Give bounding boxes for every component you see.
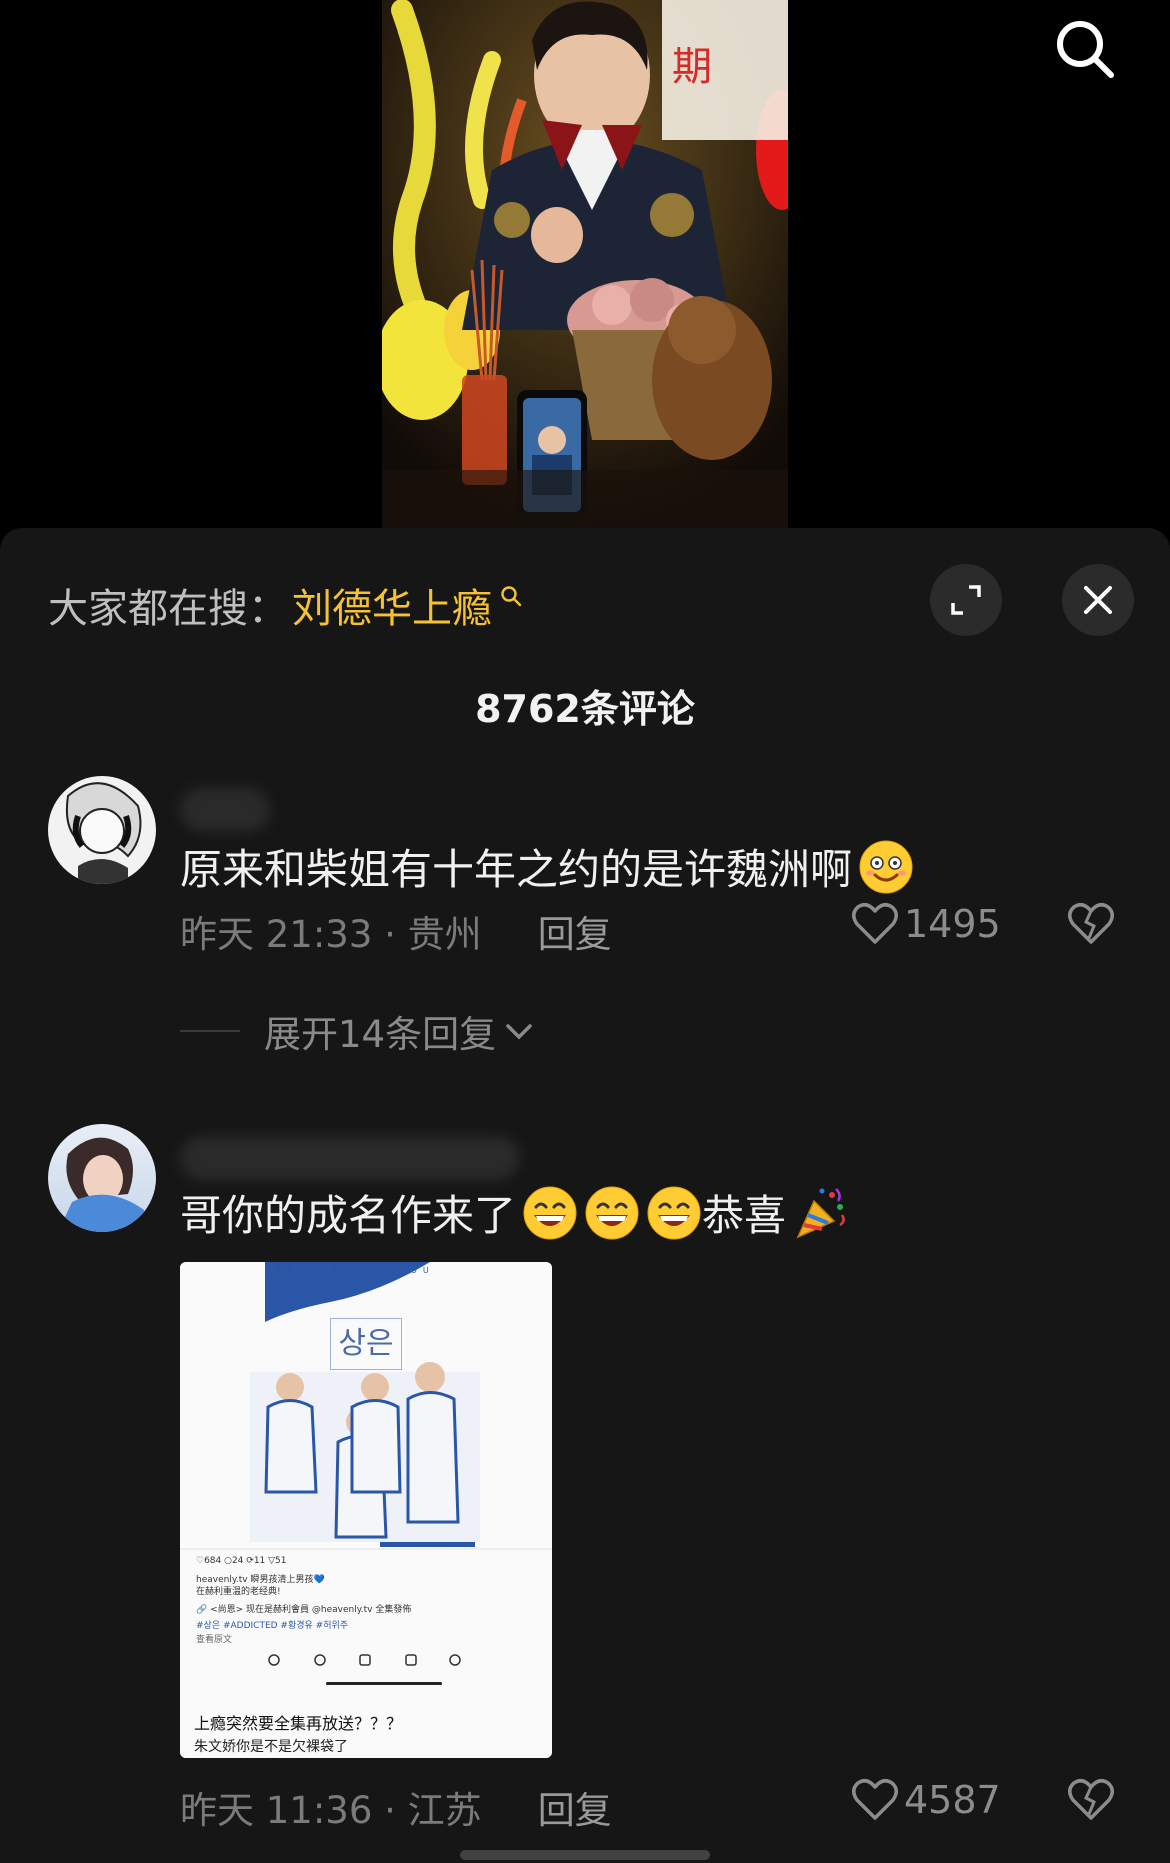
search-icon xyxy=(1057,21,1114,78)
hot-search-bar[interactable]: 大家都在搜： 刘德华上瘾 xyxy=(48,570,522,640)
comment-image-attachment[interactable]: ADDICTED TO YOU 상은 ♡684 ○24 ⟳11 ▽51 heav… xyxy=(180,1262,552,1758)
hot-search-prefix: 大家都在搜： xyxy=(48,586,288,632)
grinning-face-emoji-icon xyxy=(647,1186,701,1239)
poster-header-text: ADDICTED TO YOU xyxy=(270,1266,435,1275)
reply-button[interactable]: 回复 xyxy=(538,1780,612,1834)
like-count: 1495 xyxy=(904,902,1001,946)
close-button[interactable] xyxy=(1062,564,1134,636)
small-search-icon xyxy=(501,586,522,607)
expand-button[interactable] xyxy=(930,564,1002,636)
avatar[interactable] xyxy=(48,1124,156,1232)
search-button[interactable] xyxy=(1050,14,1120,84)
divider-line xyxy=(180,1030,240,1032)
dislike-button[interactable] xyxy=(1068,1778,1114,1826)
hot-search-term[interactable]: 刘德华上瘾 xyxy=(292,576,492,634)
username-redacted[interactable] xyxy=(180,1136,520,1180)
video-player[interactable]: 期 xyxy=(0,0,1170,540)
comment-text: 哥你的成名作来了 恭喜 xyxy=(180,1182,848,1243)
heart-icon xyxy=(852,903,898,944)
svg-text:期: 期 xyxy=(672,44,712,90)
username-redacted[interactable] xyxy=(180,788,270,832)
avatar[interactable] xyxy=(48,776,156,884)
comment-count-title: 8762条评论 xyxy=(475,687,695,731)
chevron-down-icon xyxy=(506,1024,532,1040)
video-frame[interactable]: 期 xyxy=(382,0,788,528)
comment-body: 哥你的成名作来了 xyxy=(180,1191,517,1240)
comment-meta: 昨天 11:36 · 江苏 回复 xyxy=(180,1780,612,1834)
comment-body: 原来和柴姐有十年之约的是许魏洲啊 xyxy=(180,845,853,894)
expand-replies[interactable]: 展开14条回复 xyxy=(180,1004,536,1058)
image-caption: 朱文娇你是不是欠裸袋了 xyxy=(194,1739,348,1755)
like-count: 4587 xyxy=(904,1778,1001,1822)
expand-replies-label: 展开14条回复 xyxy=(264,1013,497,1056)
expand-icon xyxy=(951,585,981,615)
heart-icon xyxy=(852,1779,898,1820)
post-line: 在赫利重温的老经典! xyxy=(196,1587,281,1597)
party-popper-emoji-icon xyxy=(796,1187,845,1238)
close-icon xyxy=(1084,586,1112,614)
broken-heart-icon xyxy=(1068,903,1114,944)
smiling-face-emoji-icon xyxy=(859,840,913,893)
poster-title: 상은 xyxy=(330,1318,402,1370)
reply-button[interactable]: 回复 xyxy=(538,904,612,958)
comment-sheet: 大家都在搜： 刘德华上瘾 8762条评论 原来和柴姐有十年之约的是许魏洲啊 昨天… xyxy=(0,528,1170,1863)
comment-time-location: 昨天 11:36 · 江苏 xyxy=(180,1789,482,1832)
image-caption: 上瘾突然要全集再放送？？？ xyxy=(194,1714,403,1733)
comment-meta: 昨天 21:33 · 贵州 回复 xyxy=(180,904,612,958)
broken-heart-icon xyxy=(1068,1779,1114,1820)
post-line: 🔗 <尚恩> 现在是赫利會員 @heavenly.tv 全集發佈 xyxy=(196,1605,412,1615)
comment-text: 原来和柴姐有十年之约的是许魏洲啊 xyxy=(180,836,914,897)
video-still: 期 xyxy=(382,0,788,528)
like-button[interactable]: 1495 xyxy=(852,902,1001,946)
grinning-face-emoji-icon xyxy=(585,1186,639,1239)
comment-time-location: 昨天 21:33 · 贵州 xyxy=(180,913,482,956)
grinning-face-emoji-icon xyxy=(523,1186,577,1239)
like-button[interactable]: 4587 xyxy=(852,1778,1001,1822)
dislike-button[interactable] xyxy=(1068,902,1114,950)
post-line: 查看原文 xyxy=(196,1635,233,1645)
home-indicator xyxy=(460,1850,710,1860)
post-hashtags: #상은 #ADDICTED #황경유 #허위주 xyxy=(196,1621,349,1631)
comment-body-suffix: 恭喜 xyxy=(702,1191,787,1240)
post-stats: ♡684 ○24 ⟳11 ▽51 xyxy=(196,1556,287,1566)
